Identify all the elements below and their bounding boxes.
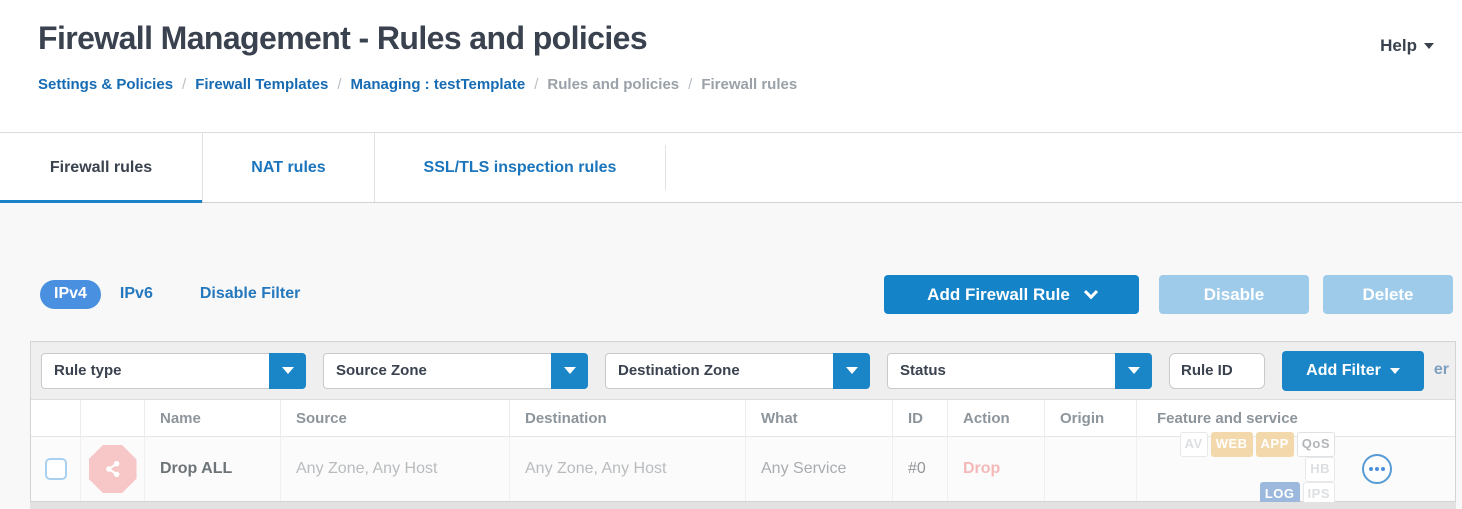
rule-id: #0: [893, 437, 948, 501]
rule-origin: [1045, 437, 1137, 501]
destination-zone-dropdown-label: Destination Zone: [618, 362, 740, 379]
add-filter-label: Add Filter: [1306, 362, 1381, 380]
add-firewall-rule-label: Add Firewall Rule: [927, 285, 1070, 305]
header-action: Action: [948, 400, 1045, 437]
breadcrumb-managing-template[interactable]: Managing : testTemplate: [351, 76, 526, 93]
ellipsis-icon: [1369, 467, 1373, 471]
tab-label: Firewall rules: [50, 159, 152, 177]
status-dropdown[interactable]: Status: [887, 353, 1152, 389]
row-checkbox[interactable]: [45, 458, 67, 480]
page-header: Firewall Management - Rules and policies…: [0, 0, 1462, 132]
source-zone-dropdown[interactable]: Source Zone: [323, 353, 588, 389]
row-icon-cell: [81, 437, 145, 501]
horizontal-scrollbar[interactable]: [30, 502, 1456, 509]
page-title: Firewall Management - Rules and policies: [38, 20, 647, 57]
status-dropdown-label: Status: [900, 362, 946, 379]
source-zone-dropdown-label: Source Zone: [336, 362, 427, 379]
delete-button[interactable]: Delete: [1323, 275, 1453, 314]
header-checkbox-column: [31, 400, 81, 437]
view-toolbar: IPv4 IPv6 Disable Filter: [40, 277, 300, 311]
feature-badge-qos: QoS: [1297, 432, 1335, 457]
breadcrumb-separator: /: [182, 76, 186, 93]
breadcrumb-separator: /: [688, 76, 692, 93]
help-menu[interactable]: Help: [1380, 36, 1434, 56]
rule-type-dropdown[interactable]: Rule type: [41, 353, 306, 389]
breadcrumb-separator: /: [534, 76, 538, 93]
add-firewall-rule-button[interactable]: Add Firewall Rule: [884, 275, 1139, 314]
breadcrumb-rules-and-policies: Rules and policies: [547, 76, 679, 93]
rule-source: Any Zone, Any Host: [281, 437, 510, 501]
chevron-down-icon: [551, 353, 588, 389]
tab-label: SSL/TLS inspection rules: [424, 159, 617, 177]
ipv4-toggle[interactable]: IPv4: [40, 280, 101, 309]
disable-filter-link[interactable]: Disable Filter: [200, 285, 300, 303]
breadcrumb: Settings & Policies / Firewall Templates…: [38, 76, 797, 93]
tab-firewall-rules[interactable]: Firewall rules: [0, 133, 202, 202]
action-buttons: Add Firewall Rule Disable Delete: [884, 275, 1453, 314]
breadcrumb-settings-policies[interactable]: Settings & Policies: [38, 76, 173, 93]
breadcrumb-firewall-rules: Firewall rules: [701, 76, 797, 93]
breadcrumb-separator: /: [337, 76, 341, 93]
feature-badge-av: AV: [1180, 432, 1208, 457]
rule-action: Drop: [948, 437, 1045, 501]
header-icon-column: [81, 400, 145, 437]
row-checkbox-cell: [31, 437, 81, 501]
tab-label: NAT rules: [251, 159, 325, 177]
rule-what: Any Service: [746, 437, 893, 501]
disable-button[interactable]: Disable: [1159, 275, 1309, 314]
more-options-button[interactable]: [1362, 454, 1392, 484]
ellipsis-icon: [1381, 467, 1385, 471]
header-id: ID: [893, 400, 948, 437]
header-name: Name: [145, 400, 281, 437]
chevron-down-icon: [269, 353, 306, 389]
chevron-down-icon: [1084, 285, 1098, 299]
rule-name: Drop ALL: [145, 437, 281, 501]
table-row: Drop ALL Any Zone, Any Host Any Zone, An…: [31, 437, 1455, 501]
ellipsis-icon: [1375, 467, 1379, 471]
header-source: Source: [281, 400, 510, 437]
tab-nat-rules[interactable]: NAT rules: [202, 133, 374, 202]
chevron-down-icon: [1424, 43, 1434, 49]
feature-badge-web: WEB: [1211, 432, 1253, 457]
rule-type-dropdown-label: Rule type: [54, 362, 122, 379]
share-icon: [102, 458, 124, 480]
feature-badges: AVWEBAPPQoSHBLOGIPS: [1157, 432, 1335, 507]
rule-id-input[interactable]: [1169, 353, 1265, 389]
rules-panel: Rule type Source Zone Destination Zone S…: [30, 341, 1456, 502]
rule-destination: Any Zone, Any Host: [510, 437, 746, 501]
header-what: What: [746, 400, 893, 437]
rule-feature-cell: AVWEBAPPQoSHBLOGIPS: [1137, 437, 1455, 501]
chevron-down-icon: [1115, 353, 1152, 389]
breadcrumb-firewall-templates[interactable]: Firewall Templates: [195, 76, 328, 93]
filter-bar: Rule type Source Zone Destination Zone S…: [31, 342, 1455, 400]
ipv6-toggle[interactable]: IPv6: [120, 285, 153, 303]
add-filter-button[interactable]: Add Filter: [1282, 351, 1424, 391]
tab-ssl-tls-inspection-rules[interactable]: SSL/TLS inspection rules: [374, 133, 665, 202]
tab-separator: [665, 145, 666, 190]
header-origin: Origin: [1045, 400, 1137, 437]
help-label: Help: [1380, 36, 1417, 56]
chevron-down-icon: [833, 353, 870, 389]
clipped-filter-text: er: [1434, 361, 1449, 379]
tab-bar: Firewall rules NAT rules SSL/TLS inspect…: [0, 132, 1462, 203]
header-destination: Destination: [510, 400, 746, 437]
feature-badge-app: APP: [1256, 432, 1294, 457]
destination-zone-dropdown[interactable]: Destination Zone: [605, 353, 870, 389]
feature-badge-hb: HB: [1305, 457, 1335, 482]
drop-rule-icon: [89, 445, 137, 493]
chevron-down-icon: [1390, 368, 1400, 374]
